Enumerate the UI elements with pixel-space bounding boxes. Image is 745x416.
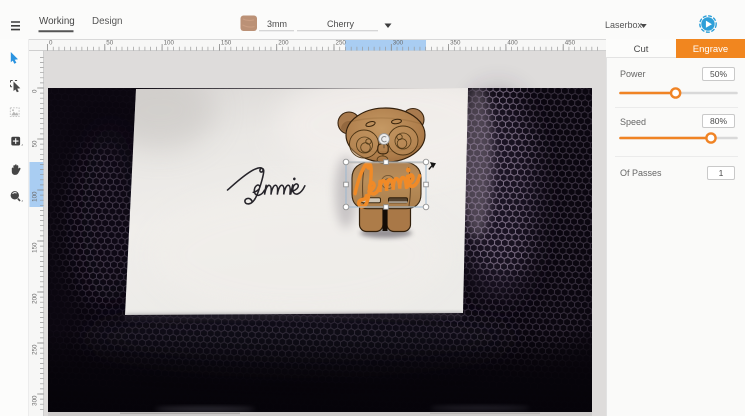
svg-text:200: 200 bbox=[278, 39, 289, 46]
svg-text:300: 300 bbox=[32, 395, 39, 406]
svg-text:300: 300 bbox=[393, 39, 404, 46]
svg-text:0: 0 bbox=[49, 39, 53, 46]
svg-text:150: 150 bbox=[221, 39, 232, 46]
svg-text:250: 250 bbox=[32, 344, 39, 355]
svg-text:50: 50 bbox=[106, 39, 113, 46]
svg-text:400: 400 bbox=[507, 39, 518, 46]
svg-text:350: 350 bbox=[450, 39, 461, 46]
svg-text:0: 0 bbox=[32, 89, 39, 93]
svg-text:150: 150 bbox=[32, 242, 39, 253]
svg-text:100: 100 bbox=[32, 191, 39, 202]
svg-text:250: 250 bbox=[336, 39, 347, 46]
svg-text:100: 100 bbox=[164, 39, 175, 46]
svg-text:50: 50 bbox=[32, 140, 39, 147]
svg-text:200: 200 bbox=[32, 293, 39, 304]
svg-text:450: 450 bbox=[565, 39, 576, 46]
